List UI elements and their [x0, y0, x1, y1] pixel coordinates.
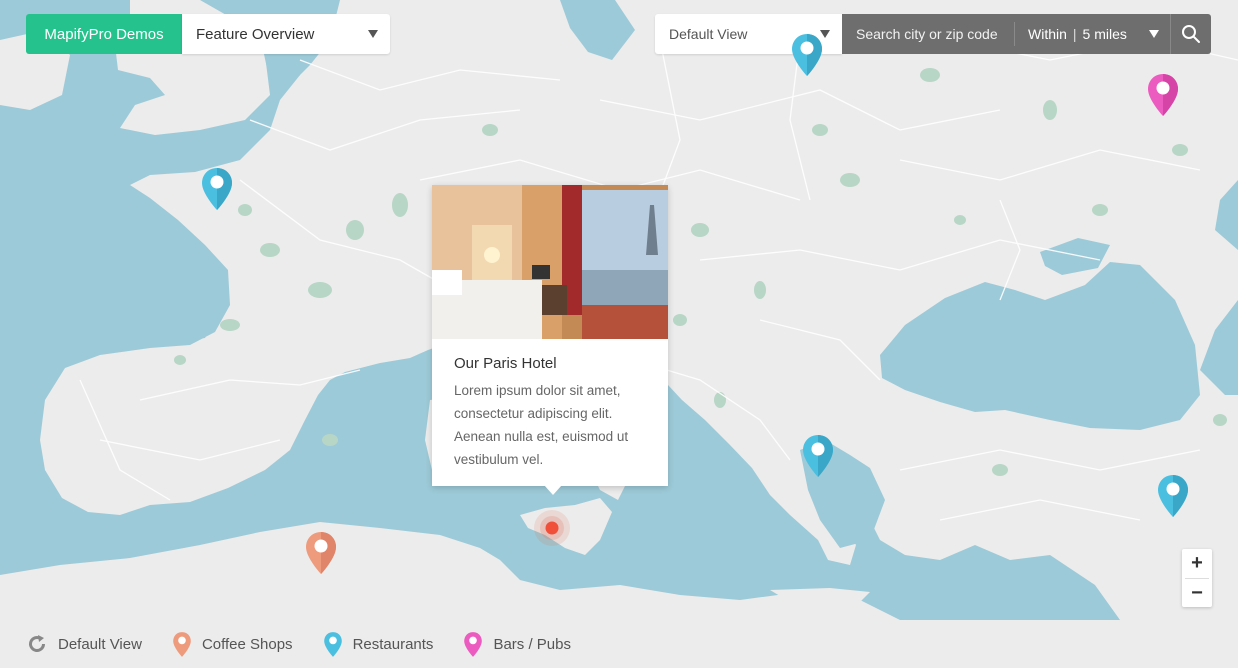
map-pin-icon — [202, 168, 232, 210]
radius-select[interactable]: Within | 5 miles — [1028, 14, 1127, 54]
location-popup: Our Paris Hotel Lorem ipsum dolor sit am… — [432, 185, 668, 495]
legend-item-default-view[interactable]: Default View — [26, 633, 142, 655]
legend-label: Coffee Shops — [201, 635, 293, 653]
zoom-controls: + − — [1182, 549, 1212, 607]
zoom-out-button[interactable]: − — [1182, 579, 1212, 608]
legend-label: Default View — [58, 635, 142, 653]
radius-value: 5 miles — [1082, 26, 1127, 42]
search-city-input[interactable] — [842, 14, 1014, 54]
coffee-shop-marker[interactable] — [304, 530, 338, 576]
chevron-down-icon — [368, 30, 378, 38]
location-search-bar: Within | 5 miles — [842, 14, 1211, 54]
map-pin-icon — [1148, 74, 1178, 116]
bar-pin-icon — [464, 631, 483, 657]
legend-item-bars-pubs[interactable]: Bars / Pubs — [463, 631, 571, 658]
legend-item-restaurants[interactable]: Restaurants — [323, 631, 434, 658]
legend-item-coffee-shops[interactable]: Coffee Shops — [172, 631, 293, 658]
mapifypro-demos-button[interactable]: MapifyPro Demos — [26, 14, 182, 54]
view-select-value: Default View — [669, 26, 748, 42]
feature-overview-select[interactable]: Feature Overview — [182, 14, 390, 54]
map-pin-icon — [306, 532, 336, 574]
coffee-pin-icon — [173, 631, 191, 657]
within-label: Within — [1028, 26, 1067, 42]
divider — [1014, 22, 1015, 46]
legend-bar: Default View Coffee Shops Restaurants Ba… — [0, 620, 1238, 668]
chevron-down-icon — [1149, 30, 1159, 38]
search-button[interactable] — [1171, 14, 1211, 54]
location-dot-icon — [534, 510, 570, 546]
hotel-location-marker[interactable] — [533, 509, 571, 547]
restaurant-marker[interactable] — [801, 433, 835, 479]
feature-select-value: Feature Overview — [196, 25, 315, 43]
zoom-in-button[interactable]: + — [1182, 549, 1212, 578]
search-icon — [1182, 25, 1200, 43]
demos-button-label: MapifyPro Demos — [44, 25, 164, 43]
legend-label: Restaurants — [352, 635, 434, 653]
divider: | — [1072, 26, 1077, 42]
popup-pointer — [544, 485, 562, 495]
legend-label: Bars / Pubs — [493, 635, 571, 653]
hotel-room-photo — [432, 185, 668, 339]
popup-title: Our Paris Hotel — [454, 355, 557, 372]
restaurant-marker[interactable] — [1156, 473, 1190, 519]
popup-description: Lorem ipsum dolor sit amet, consectetur … — [454, 383, 629, 467]
refresh-icon — [29, 635, 45, 652]
bar-pub-marker[interactable] — [1146, 72, 1180, 118]
restaurant-marker[interactable] — [200, 166, 234, 212]
restaurant-marker[interactable] — [790, 32, 824, 78]
restaurant-pin-icon — [323, 631, 342, 657]
map-pin-icon — [792, 34, 822, 76]
map-pin-icon — [1158, 475, 1188, 517]
map-pin-icon — [803, 435, 833, 477]
